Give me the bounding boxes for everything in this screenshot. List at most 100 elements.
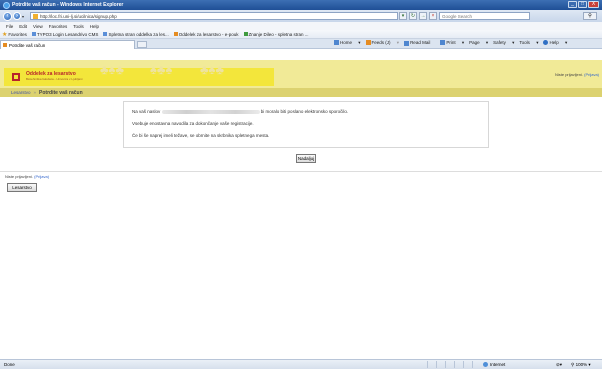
favorite-label: Spletna stran oddelka za les... <box>108 31 169 37</box>
page-content: Oddelek za lesarstvo Biotehniška fakulte… <box>0 50 602 359</box>
safety-menu[interactable]: Safety ▾ <box>493 40 514 46</box>
new-tab-button[interactable] <box>137 41 147 48</box>
zone-label: Internet <box>490 362 506 367</box>
message-line-1: Na vaš naslov bi moralo biti poslano ele… <box>132 109 480 114</box>
status-pane <box>472 361 480 368</box>
refresh-icon[interactable]: ↻ <box>409 12 417 20</box>
mail-icon <box>404 40 410 46</box>
menu-tools[interactable]: Tools <box>73 24 84 29</box>
status-panes <box>427 361 480 368</box>
tab-title: Potrdite vaš račun <box>9 42 46 48</box>
breadcrumb-home-link[interactable]: Lesarstvo <box>11 90 31 95</box>
close-button[interactable]: X <box>588 1 599 8</box>
stop-icon[interactable]: × <box>429 12 437 20</box>
tab-bar: Potrdite vaš račun Home ▾ Feeds (J) ▾ Re… <box>0 39 602 49</box>
feeds-button[interactable]: Feeds (J) ▾ <box>365 40 399 46</box>
favorites-label: Favorites <box>8 31 27 37</box>
redacted-email <box>161 109 260 114</box>
favorites-button[interactable]: ★ Favorites <box>2 31 27 38</box>
menu-edit[interactable]: Edit <box>19 24 27 29</box>
title-bar: Potrdite vaš račun - Windows Internet Ex… <box>0 0 602 10</box>
read-mail-label: Read Mail <box>410 40 431 46</box>
rss-icon <box>365 40 371 46</box>
menu-view[interactable]: View <box>33 24 43 29</box>
help-menu[interactable]: Help ▾ <box>543 40 567 46</box>
safety-menu-label: Safety <box>493 40 506 45</box>
login-status: Niste prijavljeni. (Prijava) <box>555 72 599 77</box>
favorite-link-e-pouk[interactable]: Oddelek za lesarstvo - e-pouk <box>173 31 239 37</box>
divider <box>0 171 602 172</box>
breadcrumb-separator: » <box>33 90 37 95</box>
feeds-label: Feeds (J) <box>371 40 391 45</box>
back-button[interactable]: ‹ <box>3 11 12 21</box>
confirmation-message-box: Na vaš naslov bi moralo biti poslano ele… <box>123 101 489 148</box>
home-button[interactable]: Home ▾ <box>334 40 361 46</box>
message-text: Na vaš naslov <box>132 109 161 114</box>
window-title: Potrdite vaš račun - Windows Internet Ex… <box>12 2 124 8</box>
search-box[interactable] <box>439 12 530 20</box>
window-controls: _ □ X <box>568 1 599 8</box>
menu-bar: File Edit View Favorites Tools Help <box>0 22 602 30</box>
protected-mode-icon[interactable]: ⊘▾ <box>556 362 562 368</box>
help-icon <box>543 40 549 46</box>
print-label: Print <box>446 40 456 45</box>
link-icon <box>103 32 108 36</box>
page-icon <box>33 13 38 19</box>
history-dropdown-icon[interactable]: ▾ <box>22 14 24 19</box>
help-menu-label: Help <box>549 40 559 45</box>
favorite-link-spletna-stran[interactable]: Spletna stran oddelka za les... <box>103 31 169 37</box>
tree-decoration-icon: ♣♠♣ <box>200 62 224 77</box>
address-bar: ‹ › ▾ http://loc.fri.uni-lj.si/ucilnica/… <box>0 10 602 22</box>
url-text[interactable]: http://loc.fri.uni-lj.si/ucilnica/signup… <box>40 14 117 19</box>
read-mail-button[interactable]: Read Mail <box>404 40 435 46</box>
search-icon[interactable]: ⚲ <box>583 12 597 20</box>
home-label: Home <box>340 40 353 45</box>
status-pane <box>454 361 462 368</box>
message-line-2: Vsebuje enostavna navodila za dokončanje… <box>132 121 254 126</box>
command-bar: Home ▾ Feeds (J) ▾ Read Mail Print ▾ Pag… <box>334 40 572 46</box>
go-icon[interactable]: → <box>419 12 427 20</box>
minimize-button[interactable]: _ <box>568 1 577 8</box>
message-text: bi moralo biti poslano elektronsko sporo… <box>260 109 349 114</box>
zoom-icon: ⚲ <box>571 362 575 367</box>
printer-icon <box>440 40 446 46</box>
favorite-link-typo3[interactable]: TYPO3 Login Lesandrivo CMS <box>31 31 99 37</box>
footer-login-link[interactable]: (Prijava) <box>34 174 49 179</box>
menu-file[interactable]: File <box>6 24 13 29</box>
star-icon: ★ <box>2 31 8 38</box>
login-link[interactable]: (Prijava) <box>584 72 599 77</box>
link-icon <box>31 32 36 36</box>
site-logo[interactable]: Oddelek za lesarstvo Biotehniška fakulte… <box>4 68 274 86</box>
page-menu[interactable]: Page ▾ <box>469 40 488 46</box>
continue-button[interactable]: Nadaljuj <box>296 154 316 163</box>
status-bar: Done Internet ⊘▾ ⚲ 100% ▾ <box>0 359 602 369</box>
breadcrumb: Lesarstvo » Potrdite vaš račun <box>0 88 602 97</box>
status-text: Done <box>4 362 15 367</box>
footer-login-status: Niste prijavljeni. (Prijava) <box>5 174 49 179</box>
menu-help[interactable]: Help <box>90 24 99 29</box>
url-field[interactable]: http://loc.fri.uni-lj.si/ucilnica/signup… <box>30 12 398 20</box>
zoom-control[interactable]: ⚲ 100% ▾ <box>571 362 591 368</box>
status-pane <box>427 361 435 368</box>
site-subtitle: Biotehniška fakulteta - Univerza v Ljubl… <box>26 77 83 81</box>
favorite-label: TYPO3 Login Lesandrivo CMS <box>36 31 99 37</box>
maximize-button[interactable]: □ <box>578 1 587 8</box>
security-zone[interactable]: Internet <box>483 362 505 367</box>
compatibility-view-icon[interactable]: ▾ <box>399 12 407 20</box>
login-status-text: Niste prijavljeni. <box>554 72 583 77</box>
page-title: Potrdite vaš račun <box>39 89 83 96</box>
tools-menu[interactable]: Tools ▾ <box>519 40 538 46</box>
favorite-link-znanje[interactable]: Znanje Dileo - spletna stran ... <box>243 32 309 37</box>
logo-icon <box>12 73 20 81</box>
tools-menu-label: Tools <box>519 40 530 45</box>
search-input[interactable] <box>442 13 522 19</box>
home-site-button[interactable]: Lesarstvo <box>7 183 37 192</box>
zoom-level: 100% <box>575 362 588 367</box>
menu-favorites[interactable]: Favorites <box>49 24 68 29</box>
favorite-label: Oddelek za lesarstvo - e-pouk <box>178 31 239 37</box>
globe-icon <box>483 362 488 367</box>
print-button[interactable]: Print ▾ <box>440 40 464 46</box>
forward-button[interactable]: › <box>13 12 21 20</box>
tab-current[interactable]: Potrdite vaš račun <box>0 40 135 49</box>
message-line-3: Če bi še naprej imeli težave, se obrnite… <box>132 133 270 138</box>
